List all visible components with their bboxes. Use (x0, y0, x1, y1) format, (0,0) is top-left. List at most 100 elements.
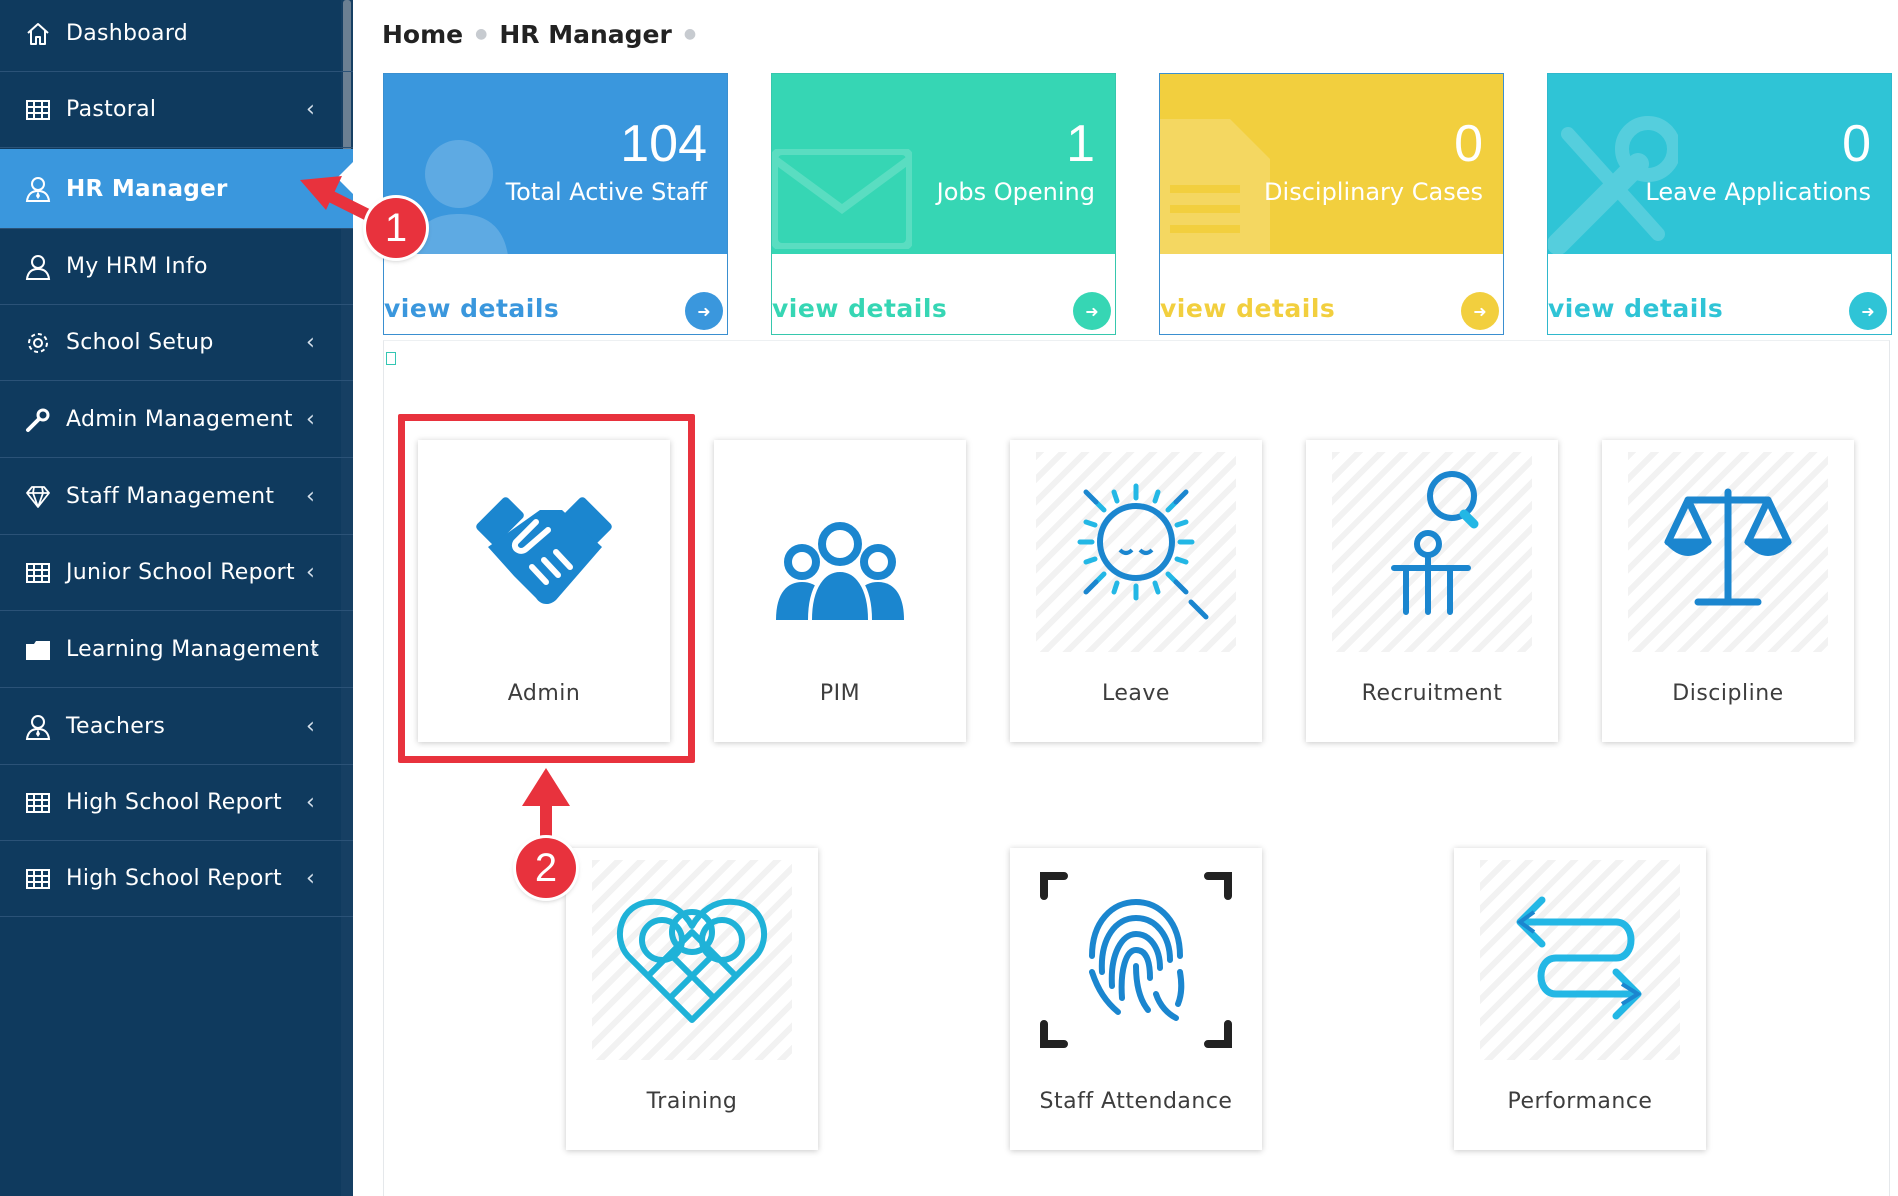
chevron-left-icon: ‹ (310, 637, 319, 662)
breadcrumb-separator-icon: ● (683, 26, 697, 42)
stat-card-header: 104 Total Active Staff (384, 74, 727, 254)
sidebar-item-junior-school-report[interactable]: Junior School Report ‹ (0, 535, 353, 611)
sidebar-item-admin-management[interactable]: Admin Management ‹ (0, 382, 353, 458)
scales-icon (1664, 488, 1792, 606)
breadcrumb-home[interactable]: Home (382, 20, 463, 49)
arrow-right-circle-icon[interactable]: ➜ (685, 292, 723, 330)
arrow-right-circle-icon[interactable]: ➜ (1849, 292, 1887, 330)
sidebar-item-label: My HRM Info (66, 254, 208, 279)
stat-caption: Jobs Opening (936, 178, 1095, 206)
user-tie-icon (24, 175, 52, 203)
sidebar-item-label: Junior School Report (66, 560, 295, 585)
chevron-left-icon: ‹ (306, 790, 315, 815)
chevron-left-icon: ‹ (306, 866, 315, 891)
view-details-link[interactable]: view details (772, 294, 947, 323)
table-icon (24, 865, 52, 893)
sidebar-item-label: Pastoral (66, 97, 157, 122)
sidebar-item-label: High School Report (66, 790, 282, 815)
stat-card-header: 0 Disciplinary Cases (1160, 74, 1503, 254)
sidebar-item-label: Dashboard (66, 21, 189, 46)
table-icon (24, 559, 52, 587)
stat-value: 0 (1454, 115, 1483, 173)
chevron-left-icon: ‹ (306, 484, 315, 509)
sidebar-item-staff-management[interactable]: Staff Management ‹ (0, 459, 353, 535)
view-details-link[interactable]: view details (384, 294, 559, 323)
sidebar-item-dashboard[interactable]: Dashboard (0, 0, 353, 72)
sidebar-item-high-school-report-2[interactable]: High School Report ‹ (0, 841, 353, 917)
sidebar-item-high-school-report[interactable]: High School Report ‹ (0, 765, 353, 841)
swap-arrows-icon (1516, 896, 1642, 1020)
chevron-left-icon: ‹ (306, 560, 315, 585)
sidebar-item-label: Admin Management (66, 407, 293, 432)
envelope-watermark-icon (772, 149, 912, 249)
sidebar-item-label: School Setup (66, 330, 214, 355)
module-tile-staff-attendance[interactable]: Staff Attendance (1010, 848, 1262, 1150)
chevron-left-icon: ‹ (306, 97, 315, 122)
module-tile-pim[interactable]: PIM (714, 440, 966, 742)
step-2-badge: 2 (516, 838, 576, 898)
diamond-icon (24, 483, 52, 511)
module-label: PIM (819, 681, 861, 706)
stat-card-total-active-staff: 104 Total Active Staff view details ➜ (383, 73, 728, 335)
fingerprint-icon (1040, 872, 1232, 1048)
user-tie-icon (24, 713, 52, 741)
module-label: Discipline (1672, 681, 1784, 706)
module-tile-training[interactable]: Training (566, 848, 818, 1150)
sun-icon (1077, 483, 1209, 620)
admin-highlight-box (398, 414, 695, 763)
module-label: Training (646, 1089, 738, 1114)
people-group-icon (776, 522, 904, 621)
table-icon (24, 789, 52, 817)
collapse-toggle[interactable] (386, 352, 396, 365)
view-details-link[interactable]: view details (1160, 294, 1335, 323)
arrow-right-circle-icon[interactable]: ➜ (1461, 292, 1499, 330)
document-watermark-icon (1160, 119, 1270, 254)
chevron-left-icon: ‹ (306, 714, 315, 739)
step-1-badge: 1 (366, 198, 426, 258)
breadcrumb: Home ● HR Manager ● (382, 18, 708, 50)
stat-value: 0 (1842, 115, 1871, 173)
chevron-left-icon: ‹ (306, 407, 315, 432)
stat-value: 1 (1066, 115, 1095, 173)
module-label: Staff Attendance (1039, 1089, 1233, 1114)
stat-card-leave-applications: 0 Leave Applications view details ➜ (1547, 73, 1892, 335)
module-label: Recruitment (1361, 681, 1503, 706)
sidebar-item-my-hrm-info[interactable]: My HRM Info (0, 229, 353, 305)
sidebar-item-label: High School Report (66, 866, 282, 891)
sidebar-item-teachers[interactable]: Teachers ‹ (0, 689, 353, 765)
module-tile-performance[interactable]: Performance (1454, 848, 1706, 1150)
module-tile-discipline[interactable]: Discipline (1602, 440, 1854, 742)
sidebar-item-pastoral[interactable]: Pastoral ‹ (0, 72, 353, 148)
folder-icon (24, 636, 52, 664)
stat-caption: Leave Applications (1645, 178, 1871, 206)
stat-card-header: 1 Jobs Opening (772, 74, 1115, 254)
idea-desk-icon (1391, 471, 1479, 615)
table-icon (24, 96, 52, 124)
sidebar-item-label: Learning Management (66, 637, 320, 662)
gear-icon (24, 329, 52, 357)
module-label: Performance (1507, 1089, 1653, 1114)
view-details-link[interactable]: view details (1548, 294, 1723, 323)
breadcrumb-current: HR Manager (499, 19, 672, 49)
module-label: Leave (1102, 681, 1170, 706)
heart-icon (617, 898, 767, 1023)
arrow-right-circle-icon[interactable]: ➜ (1073, 292, 1111, 330)
stat-card-jobs-opening: 1 Jobs Opening view details ➜ (771, 73, 1116, 335)
wrench-icon (24, 406, 52, 434)
sidebar-item-learning-management[interactable]: Learning Management ‹ (0, 612, 353, 688)
breadcrumb-separator-icon: ● (475, 26, 488, 42)
sidebar-item-label: HR Manager (66, 175, 228, 202)
user-icon (24, 253, 52, 281)
sidebar-item-label: Teachers (66, 714, 166, 739)
home-icon (24, 20, 52, 48)
stat-caption: Total Active Staff (505, 178, 707, 206)
sidebar-item-label: Staff Management (66, 484, 275, 509)
sidebar-item-school-setup[interactable]: School Setup ‹ (0, 305, 353, 381)
module-tile-leave[interactable]: Leave (1010, 440, 1262, 742)
module-tile-recruitment[interactable]: Recruitment (1306, 440, 1558, 742)
stat-value: 104 (620, 115, 707, 173)
stat-caption: Disciplinary Cases (1264, 178, 1483, 206)
stat-card-header: 0 Leave Applications (1548, 74, 1891, 254)
stat-card-disciplinary-cases: 0 Disciplinary Cases view details ➜ (1159, 73, 1504, 335)
chevron-left-icon: ‹ (306, 330, 315, 355)
